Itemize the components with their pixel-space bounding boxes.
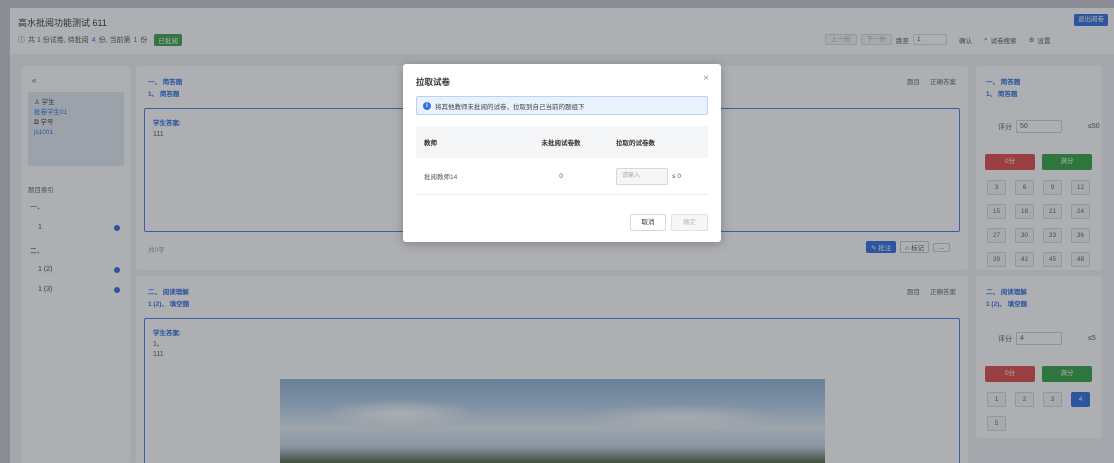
- close-icon[interactable]: ×: [703, 73, 709, 84]
- confirm-button[interactable]: 确定: [671, 214, 708, 231]
- info-alert: i 将其他教师未批阅的试卷，拉取到自己当前的题组下: [416, 96, 708, 115]
- teacher-table: 教师 未批阅试卷数 拉取的试卷数 批阅教师14 0 请输入 ≤ 0: [416, 126, 708, 195]
- info-icon: i: [423, 101, 431, 110]
- cancel-button[interactable]: 取消: [630, 214, 666, 231]
- dialog-title: 拉取试卷: [416, 77, 451, 87]
- table-header: 教师 未批阅试卷数 拉取的试卷数: [416, 126, 708, 158]
- pull-count-input[interactable]: 请输入: [616, 167, 668, 185]
- table-row: 批阅教师14 0 请输入 ≤ 0: [416, 158, 708, 195]
- pull-papers-dialog: 拉取试卷 × i 将其他教师未批阅的试卷，拉取到自己当前的题组下 教师 未批阅试…: [403, 64, 721, 242]
